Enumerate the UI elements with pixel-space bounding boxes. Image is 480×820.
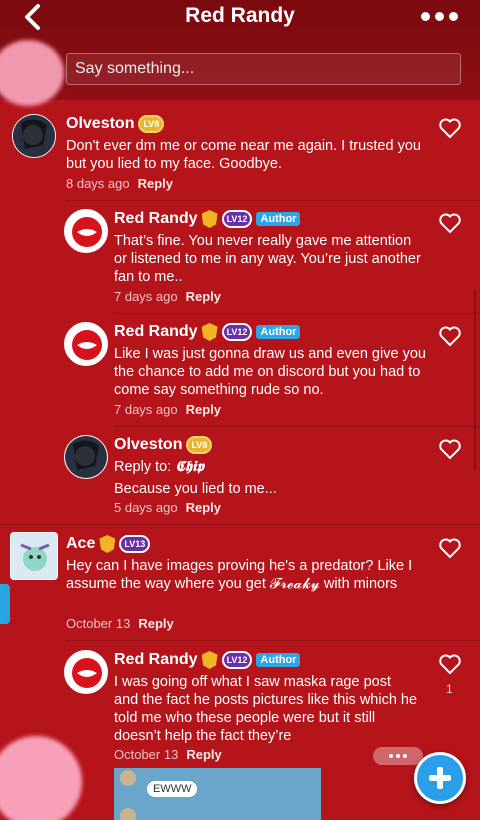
say-something-input[interactable]: Say something...	[66, 53, 461, 85]
author-badge: Author	[256, 212, 301, 226]
image-caption: EWWW	[147, 781, 198, 797]
comment-time: 5 days ago	[114, 500, 178, 515]
username[interactable]: Red Randy	[114, 210, 198, 228]
avatar[interactable]	[12, 114, 56, 158]
reply-to-name[interactable]: 𝕮𝖍𝖎𝖕	[175, 458, 204, 475]
page-title: Red Randy	[185, 4, 295, 27]
top-bar: Red Randy Say something...	[0, 0, 480, 100]
title-shield-icon	[99, 535, 116, 553]
level-badge: LV8	[138, 115, 165, 133]
comment-text: Because you lied to me...	[114, 481, 277, 497]
like-count: 1	[446, 682, 453, 696]
heart-icon[interactable]	[438, 536, 462, 560]
title-shield-icon	[201, 210, 218, 228]
level-badge: LV13	[119, 535, 151, 553]
avatar[interactable]	[64, 435, 108, 479]
heart-icon[interactable]	[438, 116, 462, 140]
username[interactable]: Olveston	[66, 115, 134, 133]
comment-meta: 8 days ago Reply	[66, 176, 173, 191]
divider	[0, 524, 480, 525]
divider	[114, 313, 480, 314]
reply-to-label: Reply to:	[114, 459, 172, 475]
level-badge: LV12	[221, 651, 253, 669]
comment-meta: October 13 Reply	[114, 747, 222, 762]
comment-meta: 5 days ago Reply	[114, 500, 221, 515]
comment-time: 8 days ago	[66, 176, 130, 191]
reply-button[interactable]: Reply	[138, 176, 173, 191]
divider	[114, 426, 480, 427]
level-badge: LV8	[186, 436, 213, 454]
avatar[interactable]	[64, 322, 108, 366]
reply-button[interactable]: Reply	[138, 616, 173, 631]
comment-meta: 7 days ago Reply	[114, 289, 221, 304]
pink-blob-decoration	[0, 736, 82, 820]
username[interactable]: Olveston	[114, 436, 182, 454]
more-dots-icon[interactable]	[421, 12, 458, 21]
attached-image[interactable]: EWWW	[114, 768, 321, 820]
divider	[66, 640, 480, 641]
comment-meta: 7 days ago Reply	[114, 402, 221, 417]
comment-time: 7 days ago	[114, 402, 178, 417]
comment-text: That’s fine. You never really gave me at…	[114, 233, 421, 285]
comment-time: October 13	[114, 747, 179, 762]
reply-button[interactable]: Reply	[186, 500, 221, 515]
side-drawer-tab[interactable]	[0, 584, 10, 624]
reply-button[interactable]: Reply	[186, 402, 221, 417]
heart-icon[interactable]	[438, 324, 462, 348]
username[interactable]: Ace	[66, 535, 95, 553]
scrollbar[interactable]	[474, 290, 476, 470]
add-plus-button[interactable]	[414, 752, 466, 804]
heart-icon[interactable]	[438, 211, 462, 235]
author-badge: Author	[256, 325, 301, 339]
comment-meta: October 13 Reply	[66, 616, 174, 631]
reply-button[interactable]: Reply	[186, 747, 221, 762]
comment-text: Hey can I have images proving he's a pre…	[66, 558, 413, 592]
title-shield-icon	[201, 323, 218, 341]
username[interactable]: Red Randy	[114, 651, 198, 669]
avatar[interactable]	[64, 209, 108, 253]
comment-time: October 13	[66, 616, 131, 631]
level-badge: LV12	[221, 210, 253, 228]
avatar[interactable]	[10, 532, 58, 580]
avatar[interactable]	[64, 650, 108, 694]
more-options-pill[interactable]	[373, 747, 423, 765]
comment-text: Don't ever dm me or come near me again. …	[66, 138, 421, 172]
reply-button[interactable]: Reply	[186, 289, 221, 304]
comment-text: Like I was just gonna draw us and even g…	[114, 346, 426, 398]
username[interactable]: Red Randy	[114, 323, 198, 341]
author-badge: Author	[256, 653, 301, 667]
reply-to-line: Reply to: 𝕮𝖍𝖎𝖕	[114, 458, 204, 476]
level-badge: LV12	[221, 323, 253, 341]
heart-icon[interactable]	[438, 437, 462, 461]
heart-icon[interactable]	[438, 652, 462, 676]
title-shield-icon	[201, 651, 218, 669]
comment-text: I was going off what I saw maska rage po…	[114, 674, 418, 744]
comment-time: 7 days ago	[114, 289, 178, 304]
divider	[66, 200, 480, 201]
